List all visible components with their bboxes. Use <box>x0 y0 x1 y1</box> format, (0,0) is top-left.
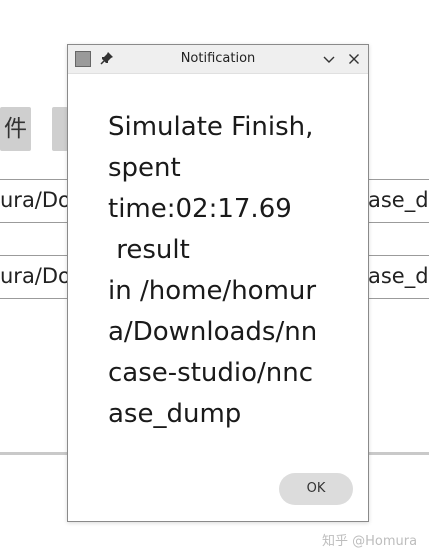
notification-message: Simulate Finish, spent time:02:17.69 res… <box>108 112 318 429</box>
background-button[interactable]: 件 <box>0 107 31 151</box>
watermark: 知乎 @Homura <box>322 534 418 549</box>
chevron-down-icon[interactable] <box>321 51 337 67</box>
dialog-title: Notification <box>180 51 256 66</box>
close-icon[interactable] <box>346 51 362 67</box>
path-field-2-text-right: ase_d <box>368 264 429 288</box>
path-field-1-text: ura/Do <box>0 188 71 212</box>
notification-dialog: Notification Simulate Finish, spent time… <box>67 44 369 522</box>
pin-icon[interactable] <box>99 50 115 66</box>
background-dropdown-button[interactable] <box>52 107 68 151</box>
ok-button[interactable]: OK <box>279 473 353 505</box>
app-icon <box>75 51 91 67</box>
path-field-2-text: ura/Do <box>0 264 71 288</box>
path-field-1-text-right: ase_d <box>368 188 429 212</box>
title-bar[interactable]: Notification <box>68 45 368 74</box>
